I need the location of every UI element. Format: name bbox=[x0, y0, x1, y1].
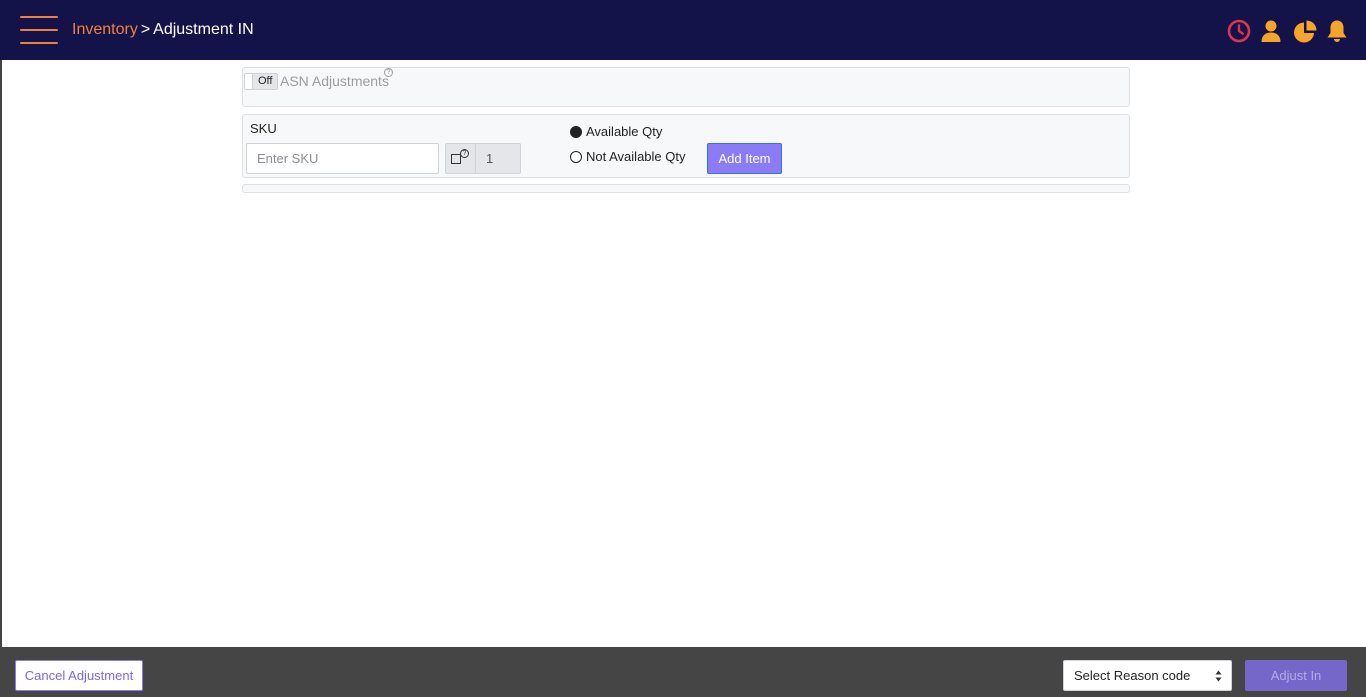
bell-icon[interactable] bbox=[1324, 18, 1350, 44]
breadcrumb-separator: > bbox=[140, 21, 151, 38]
quantity-input[interactable] bbox=[476, 143, 521, 174]
add-item-button[interactable]: Add Item bbox=[707, 143, 782, 174]
adjust-in-button[interactable]: Adjust In bbox=[1245, 660, 1347, 691]
user-icon[interactable] bbox=[1258, 18, 1284, 44]
asn-adjustments-panel: Off ASN Adjustments ? bbox=[242, 67, 1130, 107]
cancel-adjustment-button[interactable]: Cancel Adjustment bbox=[15, 660, 143, 691]
help-icon: ? bbox=[460, 149, 469, 158]
window-left-edge bbox=[0, 60, 2, 697]
reason-code-selected-value: Select Reason code bbox=[1074, 668, 1191, 683]
available-qty-label: Available Qty bbox=[586, 124, 663, 139]
reason-code-select[interactable]: Select Reason code bbox=[1063, 660, 1232, 691]
sku-input[interactable] bbox=[246, 143, 439, 174]
scan-mode-button[interactable]: ? bbox=[445, 143, 476, 174]
footer-action-bar: Cancel Adjustment Select Reason code Adj… bbox=[0, 647, 1366, 697]
breadcrumb-inventory-link[interactable]: Inventory bbox=[72, 21, 138, 38]
radio-button-unchecked[interactable] bbox=[570, 151, 582, 163]
clock-icon[interactable] bbox=[1226, 18, 1252, 44]
toggle-knob bbox=[245, 74, 253, 89]
radio-button-checked[interactable] bbox=[570, 126, 582, 138]
toggle-state-label: Off bbox=[258, 75, 273, 87]
hamburger-menu-icon[interactable] bbox=[20, 16, 58, 44]
sku-entry-panel: SKU ? Available Qty Not Available Qty Ad… bbox=[242, 114, 1130, 178]
select-arrows-icon bbox=[1215, 670, 1222, 682]
page-title: Adjustment IN bbox=[153, 21, 254, 38]
not-available-qty-label: Not Available Qty bbox=[586, 149, 686, 164]
help-icon[interactable]: ? bbox=[384, 68, 393, 77]
sku-label: SKU bbox=[250, 121, 277, 136]
pie-chart-icon[interactable] bbox=[1292, 18, 1318, 44]
asn-adjustments-label: ASN Adjustments bbox=[280, 73, 389, 89]
asn-toggle-switch[interactable]: Off bbox=[244, 73, 278, 90]
items-list-panel bbox=[242, 184, 1130, 193]
breadcrumb: Inventory > Adjustment IN bbox=[72, 20, 254, 40]
top-navbar: Inventory > Adjustment IN bbox=[0, 0, 1366, 60]
